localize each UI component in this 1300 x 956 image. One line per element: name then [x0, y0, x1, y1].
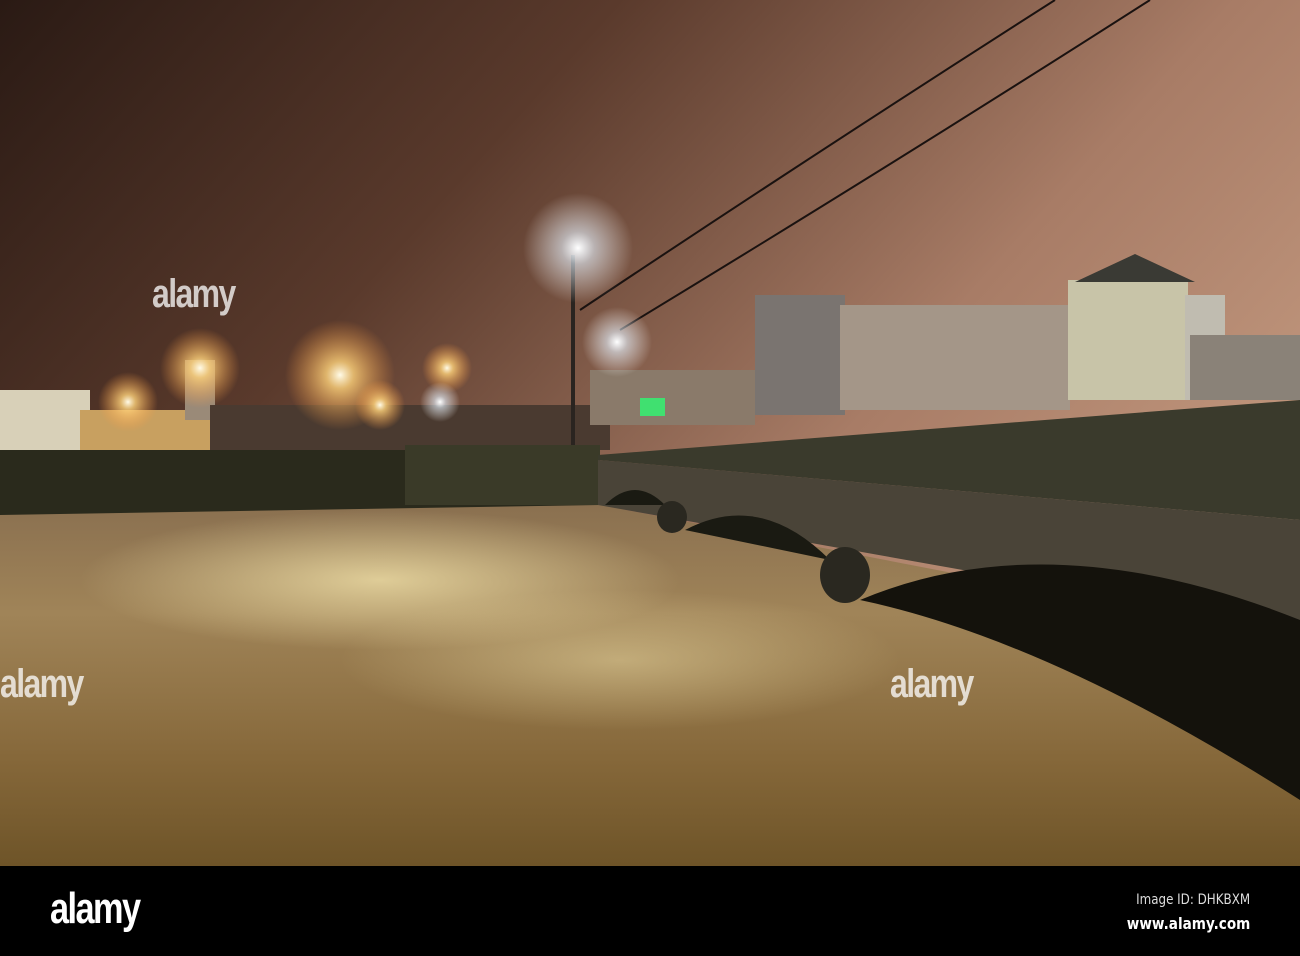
footer-bar: alamy Image ID: DHKBXM www.alamy.com [0, 866, 1300, 956]
watermark: alamy [890, 662, 974, 706]
alamy-logo: alamy [50, 884, 141, 933]
site-url: www.alamy.com [1126, 914, 1250, 933]
watermark: alamy [152, 272, 236, 316]
photo-night-river [0, 0, 1300, 866]
image-id: Image ID: DHKBXM [1135, 892, 1250, 908]
stock-photo: alamy alamy alamy alamy Image ID: DHKBXM… [0, 0, 1300, 956]
watermark: alamy [0, 662, 84, 706]
